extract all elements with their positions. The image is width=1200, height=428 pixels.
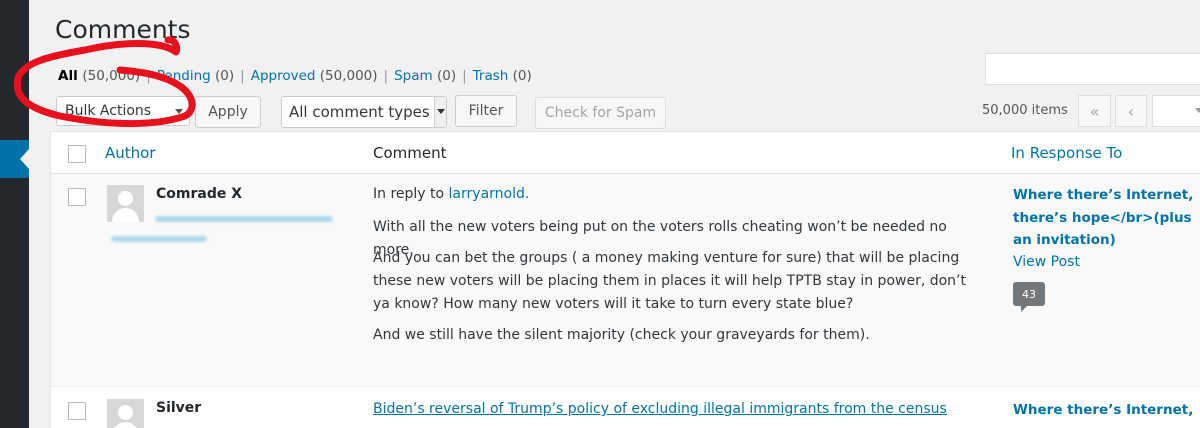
first-page-button[interactable]: «	[1078, 95, 1111, 127]
apply-button[interactable]: Apply	[195, 96, 261, 128]
table-header: Author Comment In Response To	[51, 132, 1200, 174]
author-name: Comrade X	[156, 186, 243, 202]
avatar	[107, 185, 144, 222]
chevron-down-icon	[175, 109, 183, 114]
column-in-response-to[interactable]: In Response To	[1011, 144, 1122, 162]
response-post-title[interactable]: Where there’s Internet,	[1013, 399, 1200, 422]
admin-sidebar	[0, 0, 29, 428]
status-filter-links: All (50,000) | Pending (0) | Approved (50,00…	[58, 68, 532, 84]
search-input[interactable]	[985, 53, 1200, 85]
column-comment: Comment	[373, 144, 447, 162]
prev-page-button[interactable]: ‹	[1115, 95, 1147, 127]
comment-types-label: All comment types	[289, 103, 430, 121]
reply-to-link[interactable]: larryarnold.	[449, 186, 530, 202]
row-checkbox[interactable]	[68, 188, 86, 206]
chevron-down-icon	[1195, 108, 1200, 113]
filter-pending[interactable]: Pending (0)	[157, 68, 234, 84]
avatar	[107, 399, 144, 428]
filter-trash[interactable]: Trash (0)	[473, 68, 532, 84]
comment-link[interactable]: Biden’s reversal of Trump’s policy of ex…	[373, 398, 983, 421]
filter-all[interactable]: All (50,000)	[58, 68, 140, 84]
separator: |	[240, 68, 245, 84]
chevron-down-icon	[434, 97, 446, 127]
select-all-checkbox[interactable]	[68, 145, 86, 163]
comments-table: Author Comment In Response To Comrade X …	[50, 131, 1200, 428]
check-for-spam-button[interactable]: Check for Spam	[535, 97, 666, 129]
filter-approved[interactable]: Approved (50,000)	[251, 68, 378, 84]
comment-count-badge[interactable]: 43	[1013, 282, 1045, 312]
current-page-input[interactable]	[1152, 95, 1200, 127]
row-checkbox[interactable]	[68, 402, 86, 420]
page-title: Comments	[55, 15, 191, 44]
table-row: Silver Biden’s reversal of Trump’s polic…	[51, 388, 1200, 428]
redacted-ip	[111, 236, 207, 242]
bulk-actions-label: Bulk Actions	[65, 103, 152, 119]
reply-prefix: In reply to	[373, 186, 445, 202]
redacted-email	[155, 216, 333, 222]
comment-types-select[interactable]: All comment types	[281, 96, 447, 128]
filter-spam[interactable]: Spam (0)	[394, 68, 456, 84]
items-count: 50,000 items	[982, 103, 1068, 118]
separator: |	[383, 68, 389, 84]
table-row: Comrade X In reply to larryarnold. With …	[51, 174, 1200, 387]
filter-button[interactable]: Filter	[455, 95, 517, 127]
response-post-title[interactable]: Where there’s Internet, there’s hope</br…	[1013, 184, 1200, 252]
column-author[interactable]: Author	[105, 144, 156, 162]
active-menu-arrow-icon	[20, 149, 29, 169]
separator: |	[462, 68, 467, 84]
bulk-actions-select[interactable]: Bulk Actions	[56, 96, 190, 126]
view-post-link[interactable]: View Post	[1013, 254, 1080, 270]
author-name: Silver	[156, 400, 202, 416]
separator: |	[146, 68, 151, 84]
comment-paragraph: And you can bet the groups ( a money mak…	[373, 250, 966, 312]
comment-paragraph: And we still have the silent majority (c…	[373, 327, 870, 343]
reply-line: In reply to larryarnold.	[373, 183, 983, 206]
